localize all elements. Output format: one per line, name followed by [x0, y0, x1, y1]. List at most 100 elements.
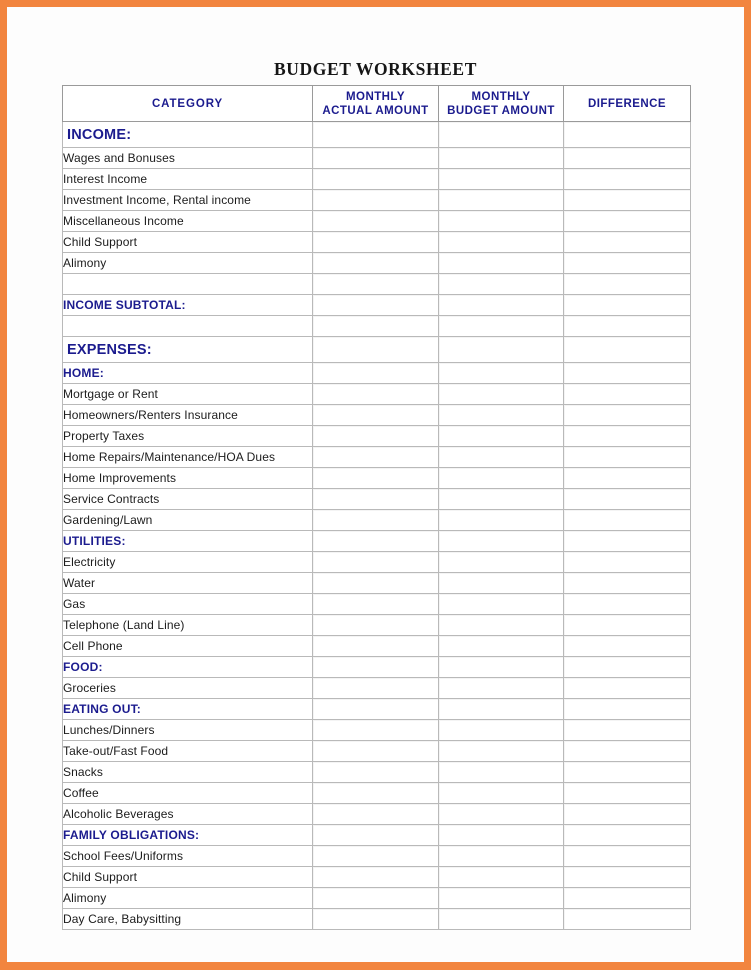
actual-amount-cell[interactable] [312, 782, 439, 804]
actual-amount-cell[interactable] [312, 210, 439, 232]
difference-cell[interactable] [563, 446, 691, 468]
budget-amount-cell[interactable] [438, 635, 564, 657]
actual-amount-cell[interactable] [312, 887, 439, 909]
actual-amount-cell[interactable] [312, 273, 439, 295]
budget-amount-cell[interactable] [438, 593, 564, 615]
budget-amount-cell[interactable] [438, 698, 564, 720]
difference-cell[interactable] [563, 908, 691, 930]
budget-amount-cell[interactable] [438, 761, 564, 783]
budget-amount-cell[interactable] [438, 551, 564, 573]
difference-cell[interactable] [563, 677, 691, 699]
budget-amount-cell[interactable] [438, 509, 564, 531]
budget-amount-cell[interactable] [438, 908, 564, 930]
budget-amount-cell[interactable] [438, 866, 564, 888]
actual-amount-cell[interactable] [312, 698, 439, 720]
difference-cell[interactable] [563, 336, 691, 363]
difference-cell[interactable] [563, 467, 691, 489]
actual-amount-cell[interactable] [312, 845, 439, 867]
budget-amount-cell[interactable] [438, 446, 564, 468]
actual-amount-cell[interactable] [312, 677, 439, 699]
difference-cell[interactable] [563, 252, 691, 274]
difference-cell[interactable] [563, 168, 691, 190]
difference-cell[interactable] [563, 866, 691, 888]
difference-cell[interactable] [563, 614, 691, 636]
difference-cell[interactable] [563, 404, 691, 426]
difference-cell[interactable] [563, 488, 691, 510]
budget-amount-cell[interactable] [438, 425, 564, 447]
actual-amount-cell[interactable] [312, 509, 439, 531]
budget-amount-cell[interactable] [438, 362, 564, 384]
budget-amount-cell[interactable] [438, 719, 564, 741]
budget-amount-cell[interactable] [438, 273, 564, 295]
actual-amount-cell[interactable] [312, 824, 439, 846]
actual-amount-cell[interactable] [312, 908, 439, 930]
actual-amount-cell[interactable] [312, 231, 439, 253]
budget-amount-cell[interactable] [438, 677, 564, 699]
actual-amount-cell[interactable] [312, 383, 439, 405]
actual-amount-cell[interactable] [312, 572, 439, 594]
difference-cell[interactable] [563, 509, 691, 531]
budget-amount-cell[interactable] [438, 572, 564, 594]
difference-cell[interactable] [563, 210, 691, 232]
actual-amount-cell[interactable] [312, 530, 439, 552]
actual-amount-cell[interactable] [312, 761, 439, 783]
actual-amount-cell[interactable] [312, 294, 439, 316]
budget-amount-cell[interactable] [438, 530, 564, 552]
difference-cell[interactable] [563, 719, 691, 741]
difference-cell[interactable] [563, 740, 691, 762]
actual-amount-cell[interactable] [312, 740, 439, 762]
actual-amount-cell[interactable] [312, 404, 439, 426]
actual-amount-cell[interactable] [312, 656, 439, 678]
difference-cell[interactable] [563, 656, 691, 678]
budget-amount-cell[interactable] [438, 404, 564, 426]
budget-amount-cell[interactable] [438, 803, 564, 825]
actual-amount-cell[interactable] [312, 719, 439, 741]
actual-amount-cell[interactable] [312, 866, 439, 888]
difference-cell[interactable] [563, 383, 691, 405]
actual-amount-cell[interactable] [312, 336, 439, 363]
actual-amount-cell[interactable] [312, 189, 439, 211]
actual-amount-cell[interactable] [312, 803, 439, 825]
budget-amount-cell[interactable] [438, 336, 564, 363]
actual-amount-cell[interactable] [312, 593, 439, 615]
budget-amount-cell[interactable] [438, 740, 564, 762]
budget-amount-cell[interactable] [438, 294, 564, 316]
difference-cell[interactable] [563, 803, 691, 825]
budget-amount-cell[interactable] [438, 121, 564, 148]
actual-amount-cell[interactable] [312, 121, 439, 148]
difference-cell[interactable] [563, 315, 691, 337]
actual-amount-cell[interactable] [312, 425, 439, 447]
budget-amount-cell[interactable] [438, 168, 564, 190]
budget-amount-cell[interactable] [438, 315, 564, 337]
actual-amount-cell[interactable] [312, 168, 439, 190]
actual-amount-cell[interactable] [312, 252, 439, 274]
difference-cell[interactable] [563, 273, 691, 295]
budget-amount-cell[interactable] [438, 845, 564, 867]
actual-amount-cell[interactable] [312, 147, 439, 169]
budget-amount-cell[interactable] [438, 383, 564, 405]
budget-amount-cell[interactable] [438, 467, 564, 489]
actual-amount-cell[interactable] [312, 551, 439, 573]
difference-cell[interactable] [563, 761, 691, 783]
budget-amount-cell[interactable] [438, 231, 564, 253]
actual-amount-cell[interactable] [312, 362, 439, 384]
budget-amount-cell[interactable] [438, 887, 564, 909]
actual-amount-cell[interactable] [312, 315, 439, 337]
actual-amount-cell[interactable] [312, 635, 439, 657]
difference-cell[interactable] [563, 294, 691, 316]
actual-amount-cell[interactable] [312, 446, 439, 468]
difference-cell[interactable] [563, 551, 691, 573]
actual-amount-cell[interactable] [312, 488, 439, 510]
actual-amount-cell[interactable] [312, 467, 439, 489]
budget-amount-cell[interactable] [438, 252, 564, 274]
difference-cell[interactable] [563, 887, 691, 909]
difference-cell[interactable] [563, 824, 691, 846]
difference-cell[interactable] [563, 698, 691, 720]
budget-amount-cell[interactable] [438, 656, 564, 678]
difference-cell[interactable] [563, 572, 691, 594]
difference-cell[interactable] [563, 147, 691, 169]
budget-amount-cell[interactable] [438, 824, 564, 846]
difference-cell[interactable] [563, 593, 691, 615]
difference-cell[interactable] [563, 121, 691, 148]
difference-cell[interactable] [563, 231, 691, 253]
